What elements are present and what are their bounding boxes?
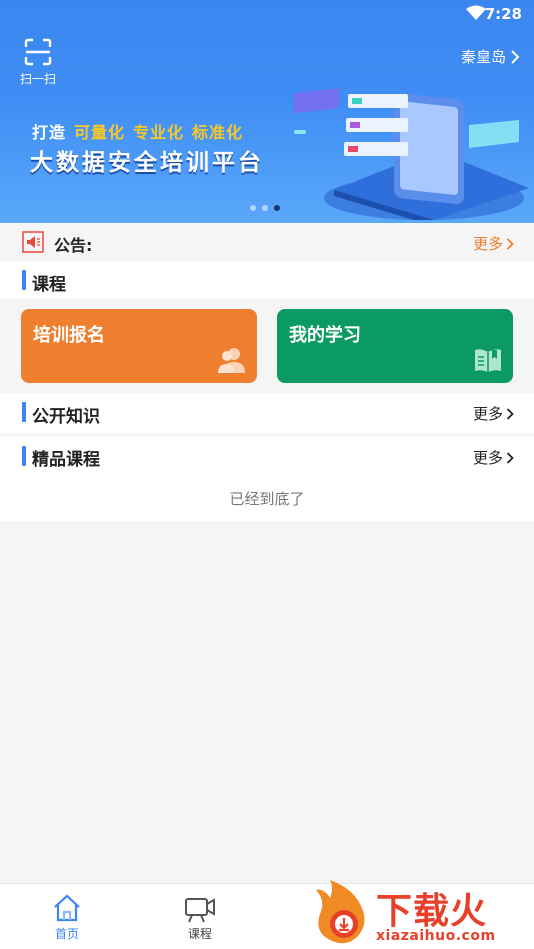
scan-button[interactable]: 扫一扫 <box>18 38 58 87</box>
more-label: 更多 <box>472 405 503 423</box>
video-icon <box>185 898 215 923</box>
end-of-list-text: 已经到底了 <box>229 490 305 508</box>
city-selector[interactable]: 秦皇岛 <box>461 46 520 67</box>
section-accent-bar <box>22 270 26 290</box>
watermark-logo: 下载火 xiazaihuo.com <box>310 878 530 948</box>
megaphone-icon <box>22 231 44 253</box>
banner-illustration <box>294 88 529 220</box>
courses-section-header: 课程 <box>0 261 534 299</box>
tab-courses[interactable]: 课程 <box>170 892 230 942</box>
chevron-right-icon <box>506 451 514 464</box>
watermark-text: 下载火 <box>376 891 488 932</box>
chevron-right-icon <box>506 407 514 420</box>
slogan-highlight: 可量化 <box>74 123 126 142</box>
my-study-card[interactable]: 我的学习 <box>277 309 513 383</box>
more-label: 更多 <box>472 235 503 253</box>
chevron-right-icon <box>506 237 514 250</box>
scan-icon <box>24 38 52 66</box>
book-icon <box>475 349 501 372</box>
card-title: 培训报名 <box>33 325 105 346</box>
section-title: 公开知识 <box>32 407 100 427</box>
section-accent-bar <box>22 402 26 422</box>
scan-label: 扫一扫 <box>19 72 56 86</box>
carousel-dot[interactable] <box>262 205 268 211</box>
watermark-url: xiazaihuo.com <box>376 928 496 944</box>
public-knowledge-section[interactable]: 公开知识 更多 <box>0 393 534 433</box>
public-knowledge-more-link[interactable]: 更多 <box>473 403 514 424</box>
home-icon <box>54 894 80 922</box>
training-signup-card[interactable]: 培训报名 <box>21 309 257 383</box>
people-icon <box>218 348 245 373</box>
status-bar: 7:28 <box>0 0 534 28</box>
slogan-highlight: 专业化 <box>133 123 185 142</box>
banner-slogan: 打造 可量化 专业化 标准化 <box>32 119 243 143</box>
city-label: 秦皇岛 <box>460 48 506 66</box>
notice-more-link[interactable]: 更多 <box>473 233 514 254</box>
banner[interactable]: 7:28 扫一扫 秦皇岛 打造 可量化 专业化 标准化 大数据安全培训平台 <box>0 0 534 223</box>
status-time: 7:28 <box>484 5 522 23</box>
notice-label: 公告: <box>54 236 93 255</box>
section-accent-bar <box>22 446 26 466</box>
flame-logo-icon <box>316 880 365 944</box>
notice-bar[interactable]: 公告: 更多 <box>0 223 534 261</box>
section-title: 课程 <box>32 275 66 295</box>
wifi-icon <box>466 5 486 20</box>
tab-home[interactable]: 首页 <box>37 892 97 942</box>
section-title: 精品课程 <box>32 450 100 470</box>
tab-label: 首页 <box>54 927 79 941</box>
carousel-indicator <box>250 205 280 211</box>
premium-courses-more-link[interactable]: 更多 <box>473 447 514 468</box>
banner-headline: 大数据安全培训平台 <box>30 150 264 176</box>
more-label: 更多 <box>472 449 503 467</box>
carousel-dot-active[interactable] <box>274 205 280 211</box>
slogan-highlight: 标准化 <box>192 123 244 142</box>
chevron-right-icon <box>511 49 520 64</box>
slogan-prefix: 打造 <box>32 123 67 142</box>
card-title: 我的学习 <box>289 325 361 346</box>
tab-label: 课程 <box>187 927 212 941</box>
carousel-dot[interactable] <box>250 205 256 211</box>
